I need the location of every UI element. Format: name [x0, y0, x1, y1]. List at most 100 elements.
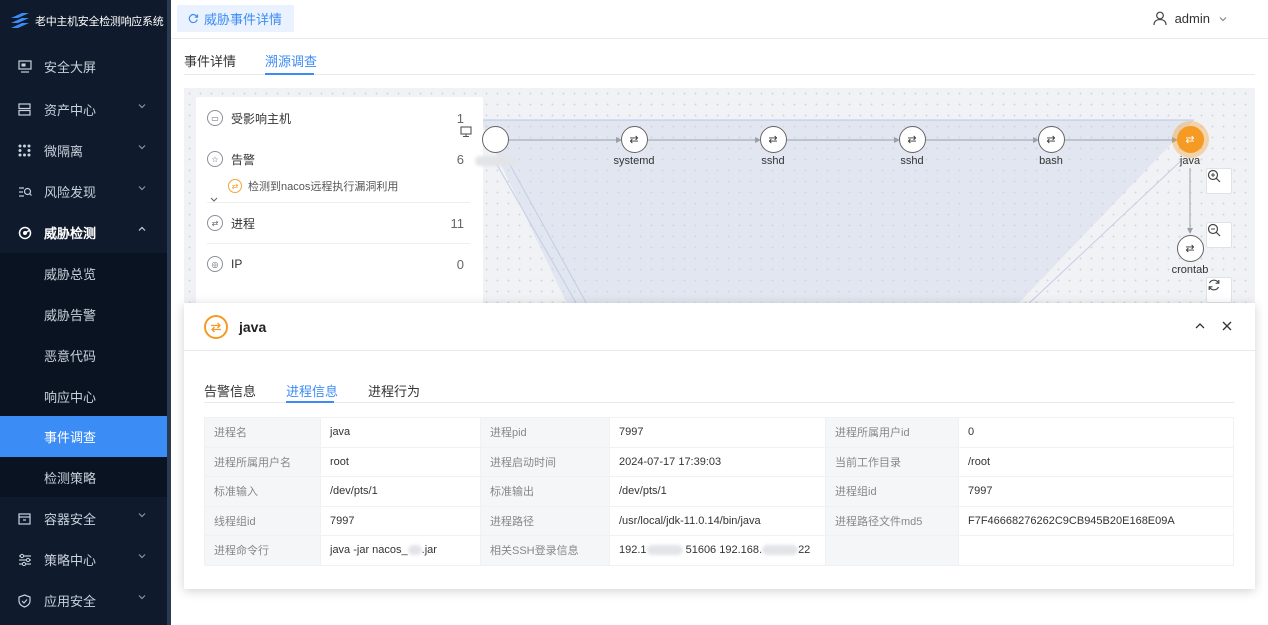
detail-tabs: 告警信息 进程信息 进程行为	[204, 381, 1234, 403]
field-value	[958, 535, 1234, 566]
process-icon: ⇄	[1037, 126, 1065, 153]
field-value: /root	[958, 446, 1234, 477]
table-row: 线程组id 7997 进程路径 /usr/local/jdk-11.0.14/b…	[204, 505, 1234, 536]
sidebar-subitem-response-center[interactable]: 响应中心	[0, 376, 167, 417]
ssh-part: 192.1	[619, 544, 647, 557]
host-icon: ▭	[207, 110, 223, 126]
sidebar: 老中主机安全检测响应系统 安全大屏 资产中心 微隔离 风险发现 威胁检测 威胁总…	[0, 0, 167, 625]
shield-icon	[17, 593, 32, 608]
field-label: 进程所属用户名	[204, 446, 321, 477]
redacted	[646, 545, 683, 556]
process-icon: ⇄	[228, 179, 242, 193]
field-label: 线程组id	[204, 505, 321, 536]
tab-active-underline	[286, 401, 334, 403]
field-value: java	[320, 417, 481, 448]
sidebar-item-label: 容器安全	[44, 512, 97, 527]
chevron-down-icon	[138, 145, 146, 150]
reset-button[interactable]	[1206, 277, 1232, 303]
sidebar-subitem-detection-policy[interactable]: 检测策略	[0, 457, 167, 498]
zoom-out-icon	[1207, 223, 1221, 237]
sidebar-item-security-screen[interactable]: 安全大屏	[0, 46, 167, 87]
redacted	[407, 545, 422, 556]
ip-icon: ◎	[207, 256, 223, 272]
strategy-icon	[17, 552, 32, 567]
sidebar-item-label: 威胁检测	[44, 226, 97, 241]
field-label: 标准输出	[480, 476, 610, 507]
field-label: 进程路径	[480, 505, 610, 536]
user-menu[interactable]: admin	[1152, 11, 1228, 26]
stat-processes[interactable]: ⇄ 进程 11	[207, 203, 470, 243]
field-value: /dev/pts/1	[320, 476, 481, 507]
chevron-down-icon	[138, 595, 146, 600]
field-value: root	[320, 446, 481, 477]
field-value: F7F46668276262C9CB945B20E168E09A	[958, 505, 1234, 536]
container-icon	[17, 511, 32, 526]
tab-threat-event-detail[interactable]: 威胁事件详情	[177, 5, 295, 32]
sidebar-item-strategy-center[interactable]: 策略中心	[0, 539, 167, 580]
table-row: 进程命令行 java -jar nacos_ .jar 相关SSH登录信息 192…	[204, 535, 1234, 566]
chevron-up-icon	[1195, 323, 1205, 329]
monitor-icon	[17, 59, 32, 74]
graph-node-systemd[interactable]: ⇄ systemd	[599, 126, 669, 167]
sidebar-item-label: 策略中心	[44, 553, 97, 568]
sidebar-item-threat-detection[interactable]: 威胁检测	[0, 212, 167, 253]
sidebar-item-label: 风险发现	[44, 185, 97, 200]
server-icon	[17, 102, 32, 117]
graph-node-bash[interactable]: ⇄ bash	[1016, 126, 1086, 167]
stat-label: 进程	[231, 216, 256, 231]
zoom-in-button[interactable]	[1206, 168, 1232, 194]
process-icon: ⇄	[207, 215, 223, 231]
field-value: 7997	[609, 417, 826, 448]
chevron-down-icon	[138, 104, 146, 109]
sidebar-subitem-threat-alerts[interactable]: 威胁告警	[0, 294, 167, 335]
field-value: 0	[958, 417, 1234, 448]
tab-active-underline	[265, 73, 314, 75]
sidebar-subitem-event-investigation[interactable]: 事件调查	[0, 416, 167, 457]
command-part: java -jar nacos_	[330, 544, 408, 557]
stat-label: 告警	[231, 152, 256, 167]
graph-node-sshd-child[interactable]: ⇄ sshd	[877, 126, 947, 167]
collapse-button[interactable]	[1193, 319, 1207, 333]
refresh-icon	[188, 13, 199, 24]
stat-affected-hosts[interactable]: ▭ 受影响主机 1	[207, 98, 470, 138]
stat-ip[interactable]: ◎ IP 0	[207, 244, 470, 284]
sidebar-item-container-security[interactable]: 容器安全	[0, 498, 167, 539]
sidebar-submenu: 威胁总览 威胁告警 恶意代码 响应中心 事件调查 检测策略	[0, 253, 167, 497]
sidebar-item-asset-center[interactable]: 资产中心	[0, 89, 167, 130]
risk-search-icon	[17, 184, 32, 199]
stat-alerts[interactable]: ☆ 告警 6	[207, 139, 470, 179]
tab-event-detail[interactable]: 事件详情	[184, 51, 236, 70]
panel-header: java	[184, 303, 1255, 351]
field-label: 相关SSH登录信息	[480, 535, 610, 566]
app-title: 老中主机安全检测响应系统	[35, 16, 164, 28]
tab-trace-investigation[interactable]: 溯源调查	[265, 51, 317, 70]
sidebar-subitem-threat-overview[interactable]: 威胁总览	[0, 253, 167, 294]
graph-node-java[interactable]: ⇄ java	[1155, 126, 1225, 167]
field-value: 7997	[958, 476, 1234, 507]
alert-icon: ☆	[207, 151, 223, 167]
field-value: 192.1 51606 192.168. 22	[609, 535, 826, 566]
stat-label: IP	[231, 257, 243, 271]
close-button[interactable]	[1220, 319, 1234, 333]
graph-node-host[interactable]	[460, 126, 530, 167]
alert-list-item[interactable]: ⇄ 检测到nacos远程执行漏洞利用	[228, 178, 398, 194]
stat-count: 0	[456, 256, 464, 272]
ssh-part: 22	[798, 544, 811, 557]
node-label: bash	[1039, 155, 1063, 167]
sidebar-item-micro-isolation[interactable]: 微隔离	[0, 130, 167, 171]
sidebar-item-risk-discovery[interactable]: 风险发现	[0, 171, 167, 212]
tab-alert-info[interactable]: 告警信息	[204, 381, 256, 400]
field-label	[825, 535, 959, 566]
sidebar-item-application-security[interactable]: 应用安全	[0, 580, 167, 621]
process-info-table: 进程名 java 进程pid 7997 进程所属用户id 0 进程所属用户名 r…	[204, 417, 1234, 566]
table-row: 进程所属用户名 root 进程启动时间 2024-07-17 17:39:03 …	[204, 446, 1234, 477]
tab-process-info[interactable]: 进程信息	[286, 381, 338, 400]
sidebar-subitem-malicious-code[interactable]: 恶意代码	[0, 335, 167, 376]
node-label: crontab	[1171, 264, 1209, 276]
graph-node-sshd[interactable]: ⇄ sshd	[738, 126, 808, 167]
tab-process-behavior[interactable]: 进程行为	[368, 381, 420, 400]
field-label: 标准输入	[204, 476, 321, 507]
zoom-out-button[interactable]	[1206, 222, 1232, 248]
chevron-down-icon	[138, 554, 146, 559]
field-value: 7997	[320, 505, 481, 536]
